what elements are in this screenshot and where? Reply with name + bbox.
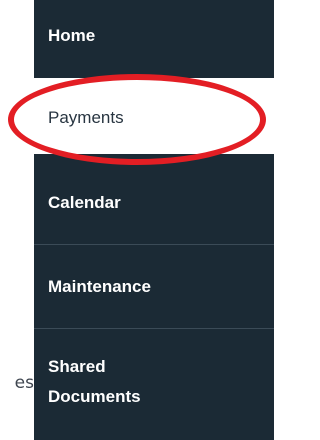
sidebar-item-label: Calendar	[48, 193, 121, 212]
sidebar-divider	[34, 244, 274, 245]
sidebar-item-shared-documents[interactable]: Shared Documents	[34, 355, 274, 409]
sidebar-item-label: Home	[48, 26, 96, 45]
sidebar-item-payments[interactable]: Payments	[34, 78, 274, 154]
sidebar-item-label: Payments	[48, 108, 124, 127]
page: es Home Payments Calendar Maintenance Sh…	[0, 0, 274, 440]
sidebar-item-label-line1: Shared	[48, 357, 106, 376]
sidebar-divider	[34, 328, 274, 329]
background-text-fragment: es	[14, 373, 34, 393]
sidebar-item-home[interactable]: Home	[34, 24, 274, 48]
sidebar-item-maintenance[interactable]: Maintenance	[34, 275, 274, 299]
sidebar-item-label: Maintenance	[48, 277, 151, 296]
sidebar-item-label-line2: Documents	[48, 387, 141, 406]
sidebar-item-calendar[interactable]: Calendar	[34, 191, 274, 215]
sidebar-nav: Home Payments Calendar Maintenance Share…	[34, 0, 274, 440]
